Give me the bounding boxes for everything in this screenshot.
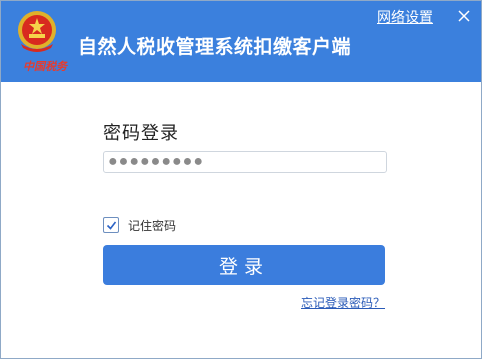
- network-settings-link[interactable]: 网络设置: [377, 7, 433, 27]
- password-field[interactable]: ●●●●●●●●●: [103, 151, 387, 173]
- national-emblem-icon: [18, 11, 56, 52]
- title-bar[interactable]: 中国税务 自然人税收管理系统扣缴客户端 网络设置: [1, 1, 481, 82]
- close-icon[interactable]: [455, 7, 473, 25]
- remember-checkbox[interactable]: [103, 217, 119, 233]
- login-button[interactable]: 登录: [103, 245, 385, 285]
- brand-logo: 中国税务: [23, 60, 69, 73]
- remember-label: 记住密码: [128, 218, 177, 233]
- app-title: 自然人税收管理系统扣缴客户端: [78, 37, 352, 58]
- login-window: 中国税务 自然人税收管理系统扣缴客户端 网络设置 密码登录 ●●●●●●●●● …: [0, 0, 482, 359]
- remember-password[interactable]: 记住密码: [103, 216, 176, 234]
- svg-text:中国税务: 中国税务: [23, 60, 69, 73]
- login-heading: 密码登录: [103, 123, 179, 143]
- forgot-password-link[interactable]: 忘记登录密码？: [301, 294, 385, 311]
- check-icon: [106, 221, 116, 230]
